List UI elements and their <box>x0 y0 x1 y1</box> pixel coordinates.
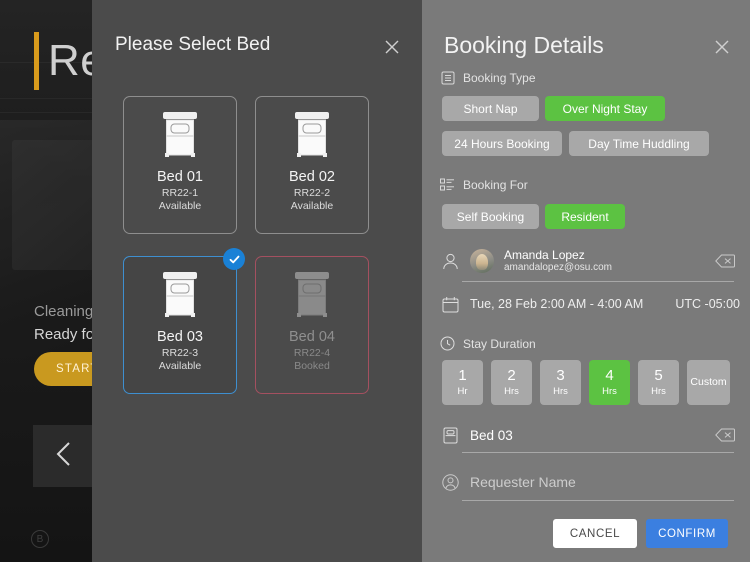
schedule-row[interactable]: Tue, 28 Feb 2:00 AM - 4:00 AM UTC -05:00 <box>440 294 740 314</box>
calendar-icon <box>440 294 460 314</box>
title-accent-bar <box>34 32 39 90</box>
duration-unit: Hrs <box>651 386 666 397</box>
bed-name: Bed 04 <box>289 329 335 345</box>
avatar <box>470 249 494 273</box>
check-icon <box>223 248 245 270</box>
ready-status-line: Ready for <box>34 326 100 343</box>
bed-field-row[interactable]: Bed 03 <box>440 425 735 445</box>
brand-badge-icon: B <box>31 530 49 548</box>
duration-number: 4 <box>605 367 614 384</box>
booking-type-label: Booking Type <box>463 70 536 85</box>
duration-1-hr[interactable]: 1 Hr <box>442 360 483 405</box>
booking-details-panel: Booking Details Booking Type Short Nap O… <box>422 0 750 562</box>
bed-code: RR22-1 <box>161 187 199 199</box>
user-email: amandalopez@osu.com <box>504 262 612 273</box>
duration-unit: Hrs <box>553 386 568 397</box>
booking-for-section-label: Booking For <box>440 177 528 192</box>
bed-code: RR22-3 <box>161 347 199 359</box>
bed-field-underline <box>462 452 734 453</box>
duration-number: 1 <box>458 367 467 384</box>
duration-number: 2 <box>507 367 516 384</box>
duration-number: 5 <box>654 367 663 384</box>
bed-icon <box>160 271 200 318</box>
duration-unit: Hrs <box>602 386 617 397</box>
backspace-icon[interactable] <box>715 428 735 442</box>
checklist-icon <box>440 177 455 192</box>
select-bed-title: Please Select Bed <box>115 34 271 55</box>
user-outline-icon <box>440 251 460 271</box>
bed-status: Available <box>158 200 202 212</box>
app-root: Res Cleaning S Ready for START CL B Plea… <box>0 0 750 562</box>
requester-field-underline <box>462 500 734 501</box>
stay-duration-label: Stay Duration <box>463 336 536 351</box>
duration-unit: Hrs <box>504 386 519 397</box>
bed-name: Bed 01 <box>157 169 203 185</box>
bed-status: Available <box>158 360 202 372</box>
bed-status: Booked <box>294 360 330 372</box>
duration-custom[interactable]: Custom <box>687 360 730 405</box>
bed-icon <box>292 271 332 318</box>
duration-3-hrs[interactable]: 3 Hrs <box>540 360 581 405</box>
cancel-button[interactable]: CANCEL <box>553 519 637 548</box>
close-icon[interactable] <box>379 34 405 60</box>
back-button[interactable] <box>33 425 95 487</box>
bed-card-1[interactable]: Bed 01 RR22-1 Available <box>123 96 237 234</box>
bed-small-icon <box>440 425 460 445</box>
booking-timezone: UTC -05:00 <box>675 297 740 311</box>
duration-2-hrs[interactable]: 2 Hrs <box>491 360 532 405</box>
bed-icon <box>292 111 332 158</box>
bed-card-3[interactable]: Bed 03 RR22-3 Available <box>123 248 245 394</box>
duration-number: Custom <box>690 376 727 388</box>
clock-icon <box>440 336 455 351</box>
user-row[interactable]: Amanda Lopez amandalopez@osu.com <box>440 248 735 274</box>
select-bed-modal: Please Select Bed Bed 01 RR22-1 Availabl… <box>92 0 422 562</box>
booking-for-self[interactable]: Self Booking <box>442 204 539 229</box>
booking-type-overnight[interactable]: Over Night Stay <box>545 96 665 121</box>
duration-number: 3 <box>556 367 565 384</box>
booking-type-day-huddling[interactable]: Day Time Huddling <box>569 131 709 156</box>
booking-details-title: Booking Details <box>444 32 604 58</box>
booking-type-section-label: Booking Type <box>440 70 536 85</box>
user-name: Amanda Lopez <box>504 248 585 262</box>
chevron-left-icon <box>53 439 75 474</box>
duration-5-hrs[interactable]: 5 Hrs <box>638 360 679 405</box>
bed-name: Bed 02 <box>289 169 335 185</box>
user-field-underline <box>462 281 734 282</box>
booking-for-label: Booking For <box>463 177 528 192</box>
requester-name-placeholder[interactable]: Requester Name <box>470 474 576 490</box>
list-lines-icon <box>440 70 455 85</box>
bed-grid: Bed 01 RR22-1 Available Bed 02 RR22-2 Av… <box>123 96 391 394</box>
duration-4-hrs[interactable]: 4 Hrs <box>589 360 630 405</box>
person-circle-icon <box>440 472 460 492</box>
confirm-button[interactable]: CONFIRM <box>646 519 728 548</box>
stay-duration-section-label: Stay Duration <box>440 336 536 351</box>
backspace-icon[interactable] <box>715 254 735 268</box>
bed-card-2[interactable]: Bed 02 RR22-2 Available <box>255 96 369 234</box>
requester-field-row[interactable]: Requester Name <box>440 472 735 492</box>
close-icon[interactable] <box>709 34 735 60</box>
bed-name: Bed 03 <box>157 329 203 345</box>
bed-code: RR22-4 <box>293 347 331 359</box>
booking-date-time: Tue, 28 Feb 2:00 AM - 4:00 AM <box>470 297 644 311</box>
duration-unit: Hr <box>457 386 468 397</box>
booking-type-short-nap[interactable]: Short Nap <box>442 96 539 121</box>
booking-type-24-hours[interactable]: 24 Hours Booking <box>442 131 562 156</box>
booking-for-resident[interactable]: Resident <box>545 204 625 229</box>
bed-field-value: Bed 03 <box>470 427 513 443</box>
bed-icon <box>160 111 200 158</box>
bed-card-4[interactable]: Bed 04 RR22-4 Booked <box>255 256 369 394</box>
bed-code: RR22-2 <box>293 187 331 199</box>
bed-status: Available <box>290 200 334 212</box>
